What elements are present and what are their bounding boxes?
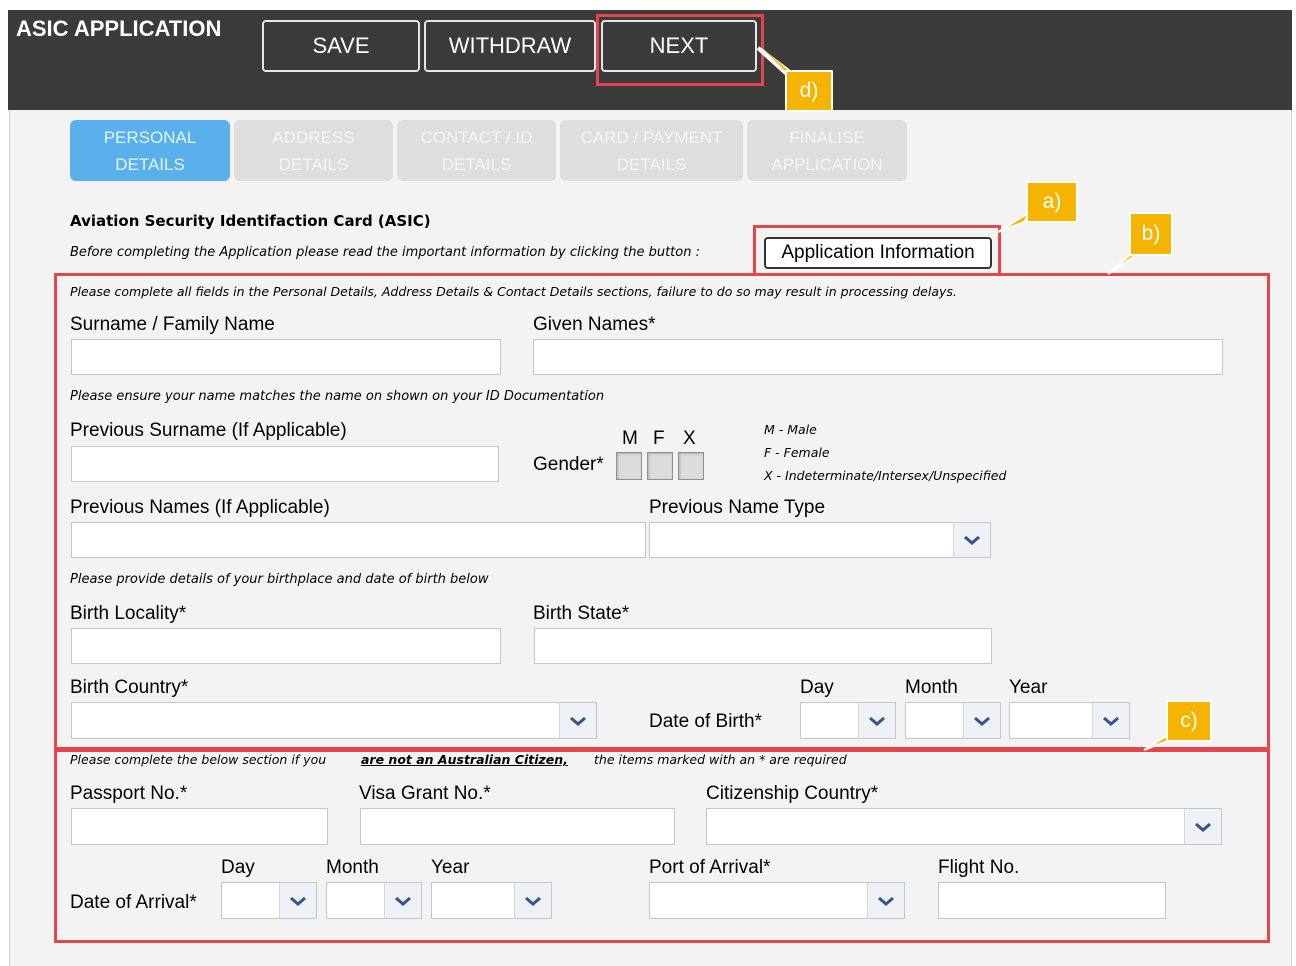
non-citizen-note-prefix: Please complete the below section if you — [70, 752, 327, 767]
gender-label: Gender* — [533, 454, 604, 475]
app-title: ASIC APPLICATION — [16, 16, 222, 41]
dob-month-select[interactable] — [905, 702, 1001, 739]
callout-d-badge: d) — [785, 70, 833, 112]
birth-state-label: Birth State* — [533, 603, 630, 624]
chevron-down-icon[interactable] — [1092, 703, 1129, 738]
visa-grant-label: Visa Grant No.* — [359, 783, 491, 804]
tab-label-line1: FINALISE — [789, 128, 865, 147]
date-of-arrival-label: Date of Arrival* — [70, 892, 197, 913]
tab-label-line2: DETAILS — [616, 155, 687, 174]
save-button[interactable]: SAVE — [262, 20, 420, 72]
birth-locality-input[interactable] — [71, 628, 501, 664]
name-match-note: Please ensure your name matches the name… — [70, 389, 605, 404]
chevron-down-icon[interactable] — [514, 883, 551, 918]
arrival-day-select[interactable] — [221, 882, 317, 919]
previous-names-input[interactable] — [71, 522, 646, 558]
gender-option-f-label: F — [653, 428, 665, 449]
passport-label: Passport No.* — [70, 783, 188, 804]
callout-a-badge: a) — [1026, 181, 1078, 223]
gender-legend-f: F - Female — [764, 445, 830, 460]
previous-names-label: Previous Names (If Applicable) — [70, 497, 330, 518]
tab-label-line1: CONTACT / ID — [420, 128, 533, 147]
chevron-down-icon[interactable] — [279, 883, 316, 918]
tab-label-line2: APPLICATION — [771, 155, 883, 174]
tab-label-line1: CARD / PAYMENT — [580, 128, 723, 147]
surname-label: Surname / Family Name — [70, 314, 275, 335]
chevron-down-icon[interactable] — [559, 703, 596, 738]
tab-personal-details[interactable]: PERSONAL DETAILS — [70, 120, 230, 181]
gender-m-checkbox[interactable] — [616, 452, 642, 480]
arrival-month-select[interactable] — [326, 882, 422, 919]
passport-input[interactable] — [71, 808, 328, 845]
birth-country-label: Birth Country* — [70, 677, 189, 698]
tab-address-details[interactable]: ADDRESS DETAILS — [234, 120, 393, 181]
non-citizen-note-emphasis: are not an Australian Citizen, — [361, 752, 568, 767]
arrival-year-select[interactable] — [431, 882, 552, 919]
given-names-input[interactable] — [533, 339, 1223, 375]
gender-f-checkbox[interactable] — [647, 452, 673, 480]
previous-surname-input[interactable] — [71, 446, 499, 482]
read-info-text: Before completing the Application please… — [70, 245, 700, 260]
arrival-day-label: Day — [221, 857, 255, 878]
app-info-highlight-box — [753, 225, 1001, 276]
previous-name-type-label: Previous Name Type — [649, 497, 826, 518]
date-of-birth-label: Date of Birth* — [649, 711, 762, 732]
chevron-down-icon[interactable] — [953, 523, 990, 557]
previous-surname-label: Previous Surname (If Applicable) — [70, 420, 347, 441]
tab-contact-id-details[interactable]: CONTACT / ID DETAILS — [397, 120, 556, 181]
dob-year-label: Year — [1009, 677, 1048, 698]
birth-locality-label: Birth Locality* — [70, 603, 187, 624]
citizenship-country-label: Citizenship Country* — [706, 783, 879, 804]
arrival-year-label: Year — [431, 857, 470, 878]
callout-c-badge: c) — [1166, 700, 1212, 742]
visa-grant-input[interactable] — [360, 808, 675, 845]
gender-legend-m: M - Male — [764, 422, 817, 437]
tab-label-line2: DETAILS — [278, 155, 349, 174]
birth-state-input[interactable] — [534, 628, 992, 664]
citizenship-country-select[interactable] — [706, 808, 1222, 845]
tab-label-line2: DETAILS — [441, 155, 512, 174]
withdraw-button[interactable]: WITHDRAW — [424, 20, 596, 72]
non-citizen-note-suffix: the items marked with an * are required — [594, 752, 847, 767]
port-of-arrival-select[interactable] — [649, 882, 905, 919]
birth-country-select[interactable] — [71, 702, 597, 739]
birth-note: Please provide details of your birthplac… — [70, 572, 489, 587]
dob-day-label: Day — [800, 677, 834, 698]
flight-no-label: Flight No. — [938, 857, 1020, 878]
chevron-down-icon[interactable] — [1184, 809, 1221, 844]
tab-label-line1: PERSONAL — [103, 128, 197, 147]
tab-label-line2: DETAILS — [115, 155, 185, 174]
tab-label-line1: ADDRESS — [272, 128, 355, 147]
dob-day-select[interactable] — [800, 702, 896, 739]
port-of-arrival-label: Port of Arrival* — [649, 857, 771, 878]
complete-fields-note: Please complete all fields in the Person… — [70, 284, 957, 299]
chevron-down-icon[interactable] — [858, 703, 895, 738]
chevron-down-icon[interactable] — [867, 883, 904, 918]
next-highlight-box — [596, 14, 764, 86]
flight-no-input[interactable] — [938, 882, 1166, 919]
gender-option-x-label: X — [683, 428, 696, 449]
arrival-month-label: Month — [326, 857, 379, 878]
gender-legend-x: X - Indeterminate/Intersex/Unspecified — [764, 468, 1007, 483]
callout-b-badge: b) — [1129, 212, 1173, 256]
tab-finalise-application[interactable]: FINALISE APPLICATION — [747, 120, 907, 181]
surname-input[interactable] — [71, 339, 501, 375]
chevron-down-icon[interactable] — [384, 883, 421, 918]
card-title: Aviation Security Identifaction Card (AS… — [70, 212, 431, 230]
previous-name-type-select[interactable] — [649, 522, 991, 558]
dob-month-label: Month — [905, 677, 958, 698]
gender-option-m-label: M — [622, 428, 638, 449]
dob-year-select[interactable] — [1009, 702, 1130, 739]
chevron-down-icon[interactable] — [963, 703, 1000, 738]
given-names-label: Given Names* — [533, 314, 656, 335]
gender-x-checkbox[interactable] — [678, 452, 704, 480]
tab-card-payment-details[interactable]: CARD / PAYMENT DETAILS — [560, 120, 743, 181]
